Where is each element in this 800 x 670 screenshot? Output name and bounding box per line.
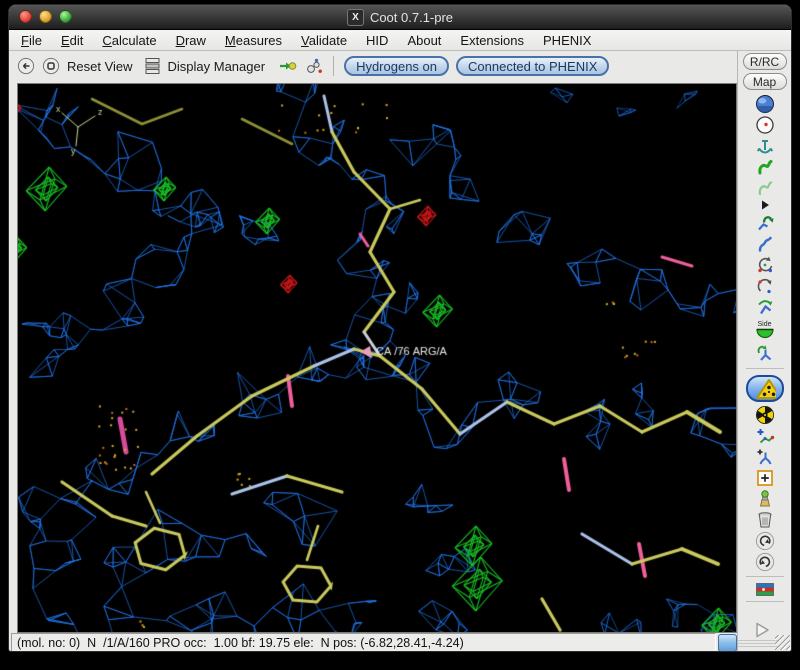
edit-chi-angles-icon[interactable] [751,254,779,275]
place-atom-icon[interactable] [751,467,779,488]
sidebar-separator [745,601,784,602]
sidebar-separator [745,368,784,369]
phenix-connection-button[interactable]: Connected to PHENIX [456,56,610,76]
zoom-button[interactable] [59,10,72,23]
menu-item-hid[interactable]: HID [366,33,388,48]
radiation-icon[interactable] [751,404,779,425]
menu-item-calculate[interactable]: Calculate [102,33,156,48]
active-tool-icon [755,378,776,399]
rigid-body-fit-icon[interactable] [751,135,779,156]
panel-handle[interactable] [738,640,778,648]
recenter-target-icon[interactable] [42,57,60,75]
torsion-general-icon[interactable] [751,275,779,296]
menu-item-draw[interactable]: Draw [176,33,206,48]
side-chain-flip-label: Side [757,320,772,328]
go-to-ligand-icon[interactable] [304,58,323,75]
expander-arrow-icon[interactable] [751,198,779,212]
jiggle-fit-icon[interactable] [751,343,779,364]
gl-viewport[interactable] [17,83,737,633]
auto-fit-rotamer-icon[interactable] [751,212,779,233]
add-terminal-residue-icon[interactable] [751,425,779,446]
menu-item-measures[interactable]: Measures [225,33,282,48]
delete-icon[interactable] [751,509,779,530]
resize-grip[interactable] [775,635,790,650]
menu-item-extensions[interactable]: Extensions [460,33,524,48]
redo-icon[interactable] [751,551,779,572]
menu-item-validate[interactable]: Validate [301,33,347,48]
mutate-icon[interactable] [751,488,779,509]
undo-icon[interactable] [751,530,779,551]
rrc-button[interactable]: R/RC [742,53,787,70]
go-to-atom-icon[interactable] [278,57,297,75]
scrollbar-thumb[interactable] [718,634,737,651]
toolbar: Reset View Display Manager Hydrogens on … [9,51,737,81]
status-bar: (mol. no: 0) N /1/A/160 PRO occ: 1.00 bf… [11,633,716,651]
minimize-button[interactable] [39,10,52,23]
sidebar-separator [745,576,784,577]
active-tool-button[interactable] [745,375,784,402]
map-button[interactable]: Map [742,73,787,90]
rotamer-icon[interactable] [751,233,779,254]
display-manager-button[interactable]: Display Manager [168,59,266,74]
toolbar-separator [333,56,335,76]
menu-bar: File Edit Calculate Draw Measures Validate HID… [9,30,791,51]
reset-view-button[interactable]: Reset View [67,59,133,74]
flag-icon[interactable] [751,581,779,597]
close-button[interactable] [19,10,32,23]
back-icon[interactable] [17,57,35,75]
canvas-area [9,81,737,633]
coot-window: X Coot 0.7.1-pre File Edit Calculate Draw Me… [8,4,792,652]
model-fit-refine-sidebar: R/RC Map Side [737,51,791,651]
flip-peptide-icon[interactable] [751,296,779,317]
menu-item-about[interactable]: About [407,33,441,48]
menu-item-edit[interactable]: Edit [61,33,83,48]
menu-item-file[interactable]: File [21,33,42,48]
side-chain-flip-icon[interactable]: Side [751,317,779,343]
regularize-icon[interactable] [751,177,779,198]
sphere-view-icon[interactable] [751,93,779,114]
menu-item-phenix[interactable]: PHENIX [543,33,591,48]
hydrogens-toggle-button[interactable]: Hydrogens on [344,56,450,76]
x11-icon: X [346,8,364,26]
add-alt-conf-icon[interactable] [751,446,779,467]
title-bar[interactable]: X Coot 0.7.1-pre [9,5,791,30]
display-manager-icon[interactable] [144,57,161,75]
real-space-refine-icon[interactable] [751,156,779,177]
window-title: Coot 0.7.1-pre [369,9,454,25]
recentre-icon[interactable] [751,114,779,135]
status-text: (mol. no: 0) N /1/A/160 PRO occ: 1.00 bf… [17,636,464,650]
